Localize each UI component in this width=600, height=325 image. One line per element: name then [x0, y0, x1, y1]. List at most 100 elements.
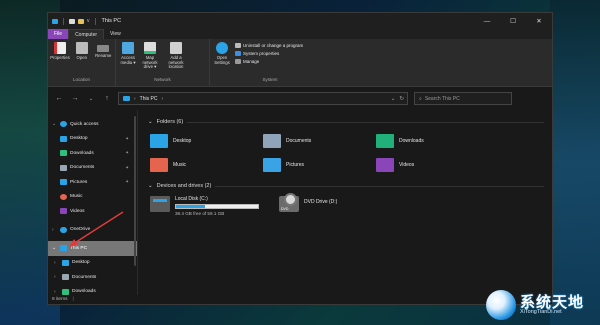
downloads-folder-icon	[376, 134, 394, 148]
chevron-down-icon: ⌄	[148, 183, 153, 189]
sidebar-item-quick-access[interactable]: ⌄ Quick access	[48, 117, 137, 132]
sidebar-item-documents[interactable]: Documents ✦	[48, 161, 137, 176]
refresh-icon[interactable]: ↻	[399, 96, 404, 102]
sidebar-item-label: Quick access	[70, 121, 99, 127]
ribbon-group-label: Location	[72, 77, 90, 82]
access-media-icon	[122, 42, 134, 54]
sidebar-item-pictures[interactable]: Pictures ✦	[48, 175, 137, 190]
sidebar-item-documents[interactable]: › Documents	[48, 270, 137, 285]
folders-section-header[interactable]: ⌄ Folders (6)	[148, 116, 552, 128]
watermark-text: 系统天地	[520, 293, 585, 311]
access-media-button[interactable]: Access media ▾	[119, 42, 137, 76]
desktop-icon	[62, 259, 69, 266]
watermark-logo-mark	[486, 290, 516, 320]
status-bar: 8 items |	[48, 295, 552, 304]
minimize-button[interactable]: —	[474, 13, 500, 29]
sidebar-item-music[interactable]: Music	[48, 190, 137, 205]
folder-music[interactable]: Music	[150, 156, 263, 174]
downloads-icon	[60, 150, 67, 157]
documents-icon	[60, 164, 67, 171]
folder-label: Desktop	[173, 138, 192, 144]
chevron-down-icon[interactable]: ⌄	[52, 245, 57, 251]
sidebar-item-downloads[interactable]: Downloads ✦	[48, 146, 137, 161]
sidebar-item-onedrive[interactable]: › OneDrive	[48, 223, 137, 238]
open-button[interactable]: Open	[73, 42, 91, 76]
tab-computer[interactable]: Computer	[68, 29, 105, 39]
properties-qa-icon[interactable]	[69, 18, 75, 24]
hard-drive-icon	[150, 196, 170, 212]
forward-button[interactable]: →	[70, 95, 80, 102]
uninstall-icon	[235, 43, 241, 48]
dvd-badge: DVD	[281, 207, 289, 211]
properties-button[interactable]: Properties	[50, 42, 70, 76]
sidebar-item-label: Pictures	[70, 179, 88, 185]
system-properties-button[interactable]: System properties	[235, 51, 303, 56]
manage-button[interactable]: Manage	[235, 59, 303, 64]
folder-label: Documents	[286, 138, 312, 144]
this-pc-icon	[123, 96, 130, 101]
system-properties-label: System properties	[243, 51, 280, 56]
system-commands: Uninstall or change a program System pro…	[235, 42, 303, 76]
maximize-button[interactable]: ☐	[500, 13, 526, 29]
pin-icon[interactable]: ✦	[125, 179, 129, 185]
ribbon: Properties Open Rename Location Access m…	[48, 39, 552, 87]
pin-icon[interactable]: ✦	[125, 136, 129, 142]
pin-icon[interactable]: ✦	[125, 165, 129, 171]
rename-icon	[97, 45, 110, 52]
uninstall-program-button[interactable]: Uninstall or change a program	[235, 43, 303, 48]
sidebar-item-desktop[interactable]: › Desktop	[48, 256, 137, 271]
back-button[interactable]: ←	[54, 95, 64, 102]
folder-qa-icon[interactable]	[78, 18, 84, 24]
folder-desktop[interactable]: Desktop	[150, 132, 263, 150]
drive-usage-bar	[175, 204, 259, 209]
qa-customize-caret[interactable]: v	[87, 18, 90, 24]
address-dropdown-icon[interactable]: ⌄	[391, 96, 396, 102]
chevron-right-icon[interactable]: ›	[54, 289, 59, 295]
folder-documents[interactable]: Documents	[263, 132, 376, 150]
map-network-drive-label: Map network drive ▾	[142, 55, 158, 70]
search-box[interactable]: ⌕ Search This PC	[414, 92, 512, 105]
item-count: 8 items	[52, 297, 68, 302]
drive-dvd-d[interactable]: DVD DVD Drive (D:)	[279, 193, 338, 216]
sidebar-item-videos[interactable]: Videos	[48, 204, 137, 219]
chevron-down-icon[interactable]: ⌄	[52, 121, 57, 127]
sidebar-scrollbar[interactable]	[134, 116, 136, 266]
folder-label: Music	[173, 162, 187, 168]
ribbon-group-system: Open Settings Uninstall or change a prog…	[210, 39, 330, 86]
pin-icon[interactable]: ✦	[125, 150, 129, 156]
close-button[interactable]: ✕	[526, 13, 552, 29]
drives-list: Local Disk (C:) 38.4 GB free of 59.1 GB …	[150, 193, 552, 216]
rename-button[interactable]: Rename	[95, 42, 113, 76]
drive-local-c[interactable]: Local Disk (C:) 38.4 GB free of 59.1 GB	[150, 196, 259, 216]
folders-header: Folders (6)	[156, 119, 184, 125]
breadcrumb-this-pc[interactable]: This PC	[140, 96, 158, 102]
sidebar-item-desktop[interactable]: Desktop ✦	[48, 132, 137, 147]
tab-file[interactable]: File	[48, 29, 69, 39]
drives-header: Devices and drives (2)	[156, 183, 212, 189]
address-bar[interactable]: › This PC › ⌄ ↻	[118, 92, 408, 105]
tab-view[interactable]: View	[104, 29, 127, 39]
folder-videos[interactable]: Videos	[376, 156, 489, 174]
chevron-right-icon[interactable]: ›	[54, 274, 59, 280]
recent-locations-button[interactable]: ⌄	[86, 96, 96, 102]
drives-section-header[interactable]: ⌄ Devices and drives (2)	[148, 180, 552, 192]
add-network-location-button[interactable]: Add a network location	[163, 42, 189, 76]
up-button[interactable]: ↑	[102, 95, 112, 102]
videos-icon	[60, 208, 67, 215]
open-label: Open	[76, 55, 87, 60]
folder-downloads[interactable]: Downloads	[376, 132, 489, 150]
sidebar-item-label: Documents	[72, 274, 97, 280]
desktop-folder-icon	[150, 134, 168, 148]
navigation-bar: ← → ⌄ ↑ › This PC › ⌄ ↻ ⌕ Search This PC	[48, 87, 552, 110]
gear-icon	[216, 42, 228, 54]
music-icon	[60, 193, 67, 200]
folder-pictures[interactable]: Pictures	[263, 156, 376, 174]
chevron-right-icon[interactable]: ›	[54, 260, 59, 266]
open-settings-button[interactable]: Open Settings	[213, 42, 231, 76]
chevron-right-icon[interactable]: ›	[52, 227, 57, 233]
sidebar-item-this-pc[interactable]: ⌄ This PC	[48, 241, 137, 256]
main-area: ⌄ Quick access Desktop ✦ Downloads ✦ Doc…	[48, 110, 552, 295]
map-network-drive-button[interactable]: Map network drive ▾	[141, 42, 159, 76]
search-placeholder: Search This PC	[424, 95, 460, 102]
drive-label: DVD Drive (D:)	[304, 199, 338, 205]
